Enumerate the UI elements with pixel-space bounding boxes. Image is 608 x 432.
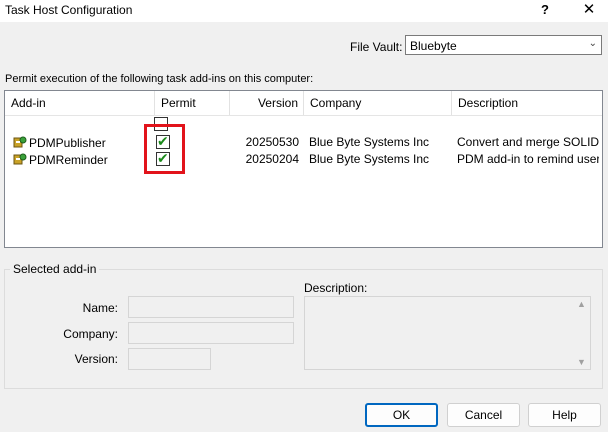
version-field	[128, 348, 211, 370]
scroll-down-icon[interactable]: ▼	[573, 357, 590, 367]
addin-cell: PDMPublisher	[13, 135, 155, 150]
cancel-button[interactable]: Cancel	[447, 403, 520, 427]
addin-icon	[13, 153, 27, 165]
company-cell: Blue Byte Systems Inc	[309, 135, 430, 149]
ok-button[interactable]: OK	[365, 403, 438, 427]
column-header-addin[interactable]: Add-in	[5, 91, 155, 115]
header-divider	[5, 115, 602, 116]
table-row[interactable]: PDMReminder ✔ 20250204 Blue Byte Systems…	[5, 151, 602, 168]
addin-icon	[13, 136, 27, 148]
window-title: Task Host Configuration	[5, 3, 133, 17]
help-button[interactable]: Help	[528, 403, 601, 427]
table-row[interactable]: PDMPublisher ✔ 20250530 Blue Byte System…	[5, 134, 602, 151]
description-cell: Convert and merge SOLID...	[457, 135, 599, 149]
column-header-permit[interactable]: Permit	[155, 91, 230, 115]
close-icon[interactable]: ✕	[574, 0, 604, 20]
file-vault-label: File Vault:	[350, 40, 403, 54]
company-label: Company:	[63, 327, 118, 341]
addin-name: PDMPublisher	[29, 136, 106, 150]
company-cell: Blue Byte Systems Inc	[309, 152, 430, 166]
addin-list[interactable]: Add-in Permit Version Company Descriptio…	[4, 90, 603, 248]
name-label: Name:	[82, 301, 118, 315]
selected-addin-group-label: Selected add-in	[10, 262, 100, 276]
column-header-company[interactable]: Company	[304, 91, 452, 115]
description-scrollbar[interactable]: ▲ ▼	[573, 297, 590, 369]
addin-cell: PDMReminder	[13, 152, 155, 167]
file-vault-value: Bluebyte	[410, 39, 457, 53]
column-header-description[interactable]: Description	[452, 91, 602, 115]
description-cell: PDM add-in to remind user...	[457, 152, 599, 166]
version-cell: 20250204	[245, 152, 299, 166]
version-cell: 20250530	[245, 135, 299, 149]
description-label: Description:	[304, 281, 368, 295]
title-help-button[interactable]: ?	[533, 0, 557, 20]
description-textarea	[304, 296, 591, 370]
company-field	[128, 322, 294, 344]
column-header-version[interactable]: Version	[230, 91, 304, 115]
highlight-annotation	[144, 124, 185, 174]
name-field	[128, 296, 294, 318]
addin-name: PDMReminder	[29, 153, 108, 167]
file-vault-dropdown[interactable]: Bluebyte ⌄	[405, 35, 602, 55]
chevron-down-icon: ⌄	[588, 38, 597, 49]
version-label: Version:	[74, 352, 118, 366]
scroll-up-icon[interactable]: ▲	[573, 299, 590, 309]
permit-caption: Permit execution of the following task a…	[5, 73, 314, 85]
